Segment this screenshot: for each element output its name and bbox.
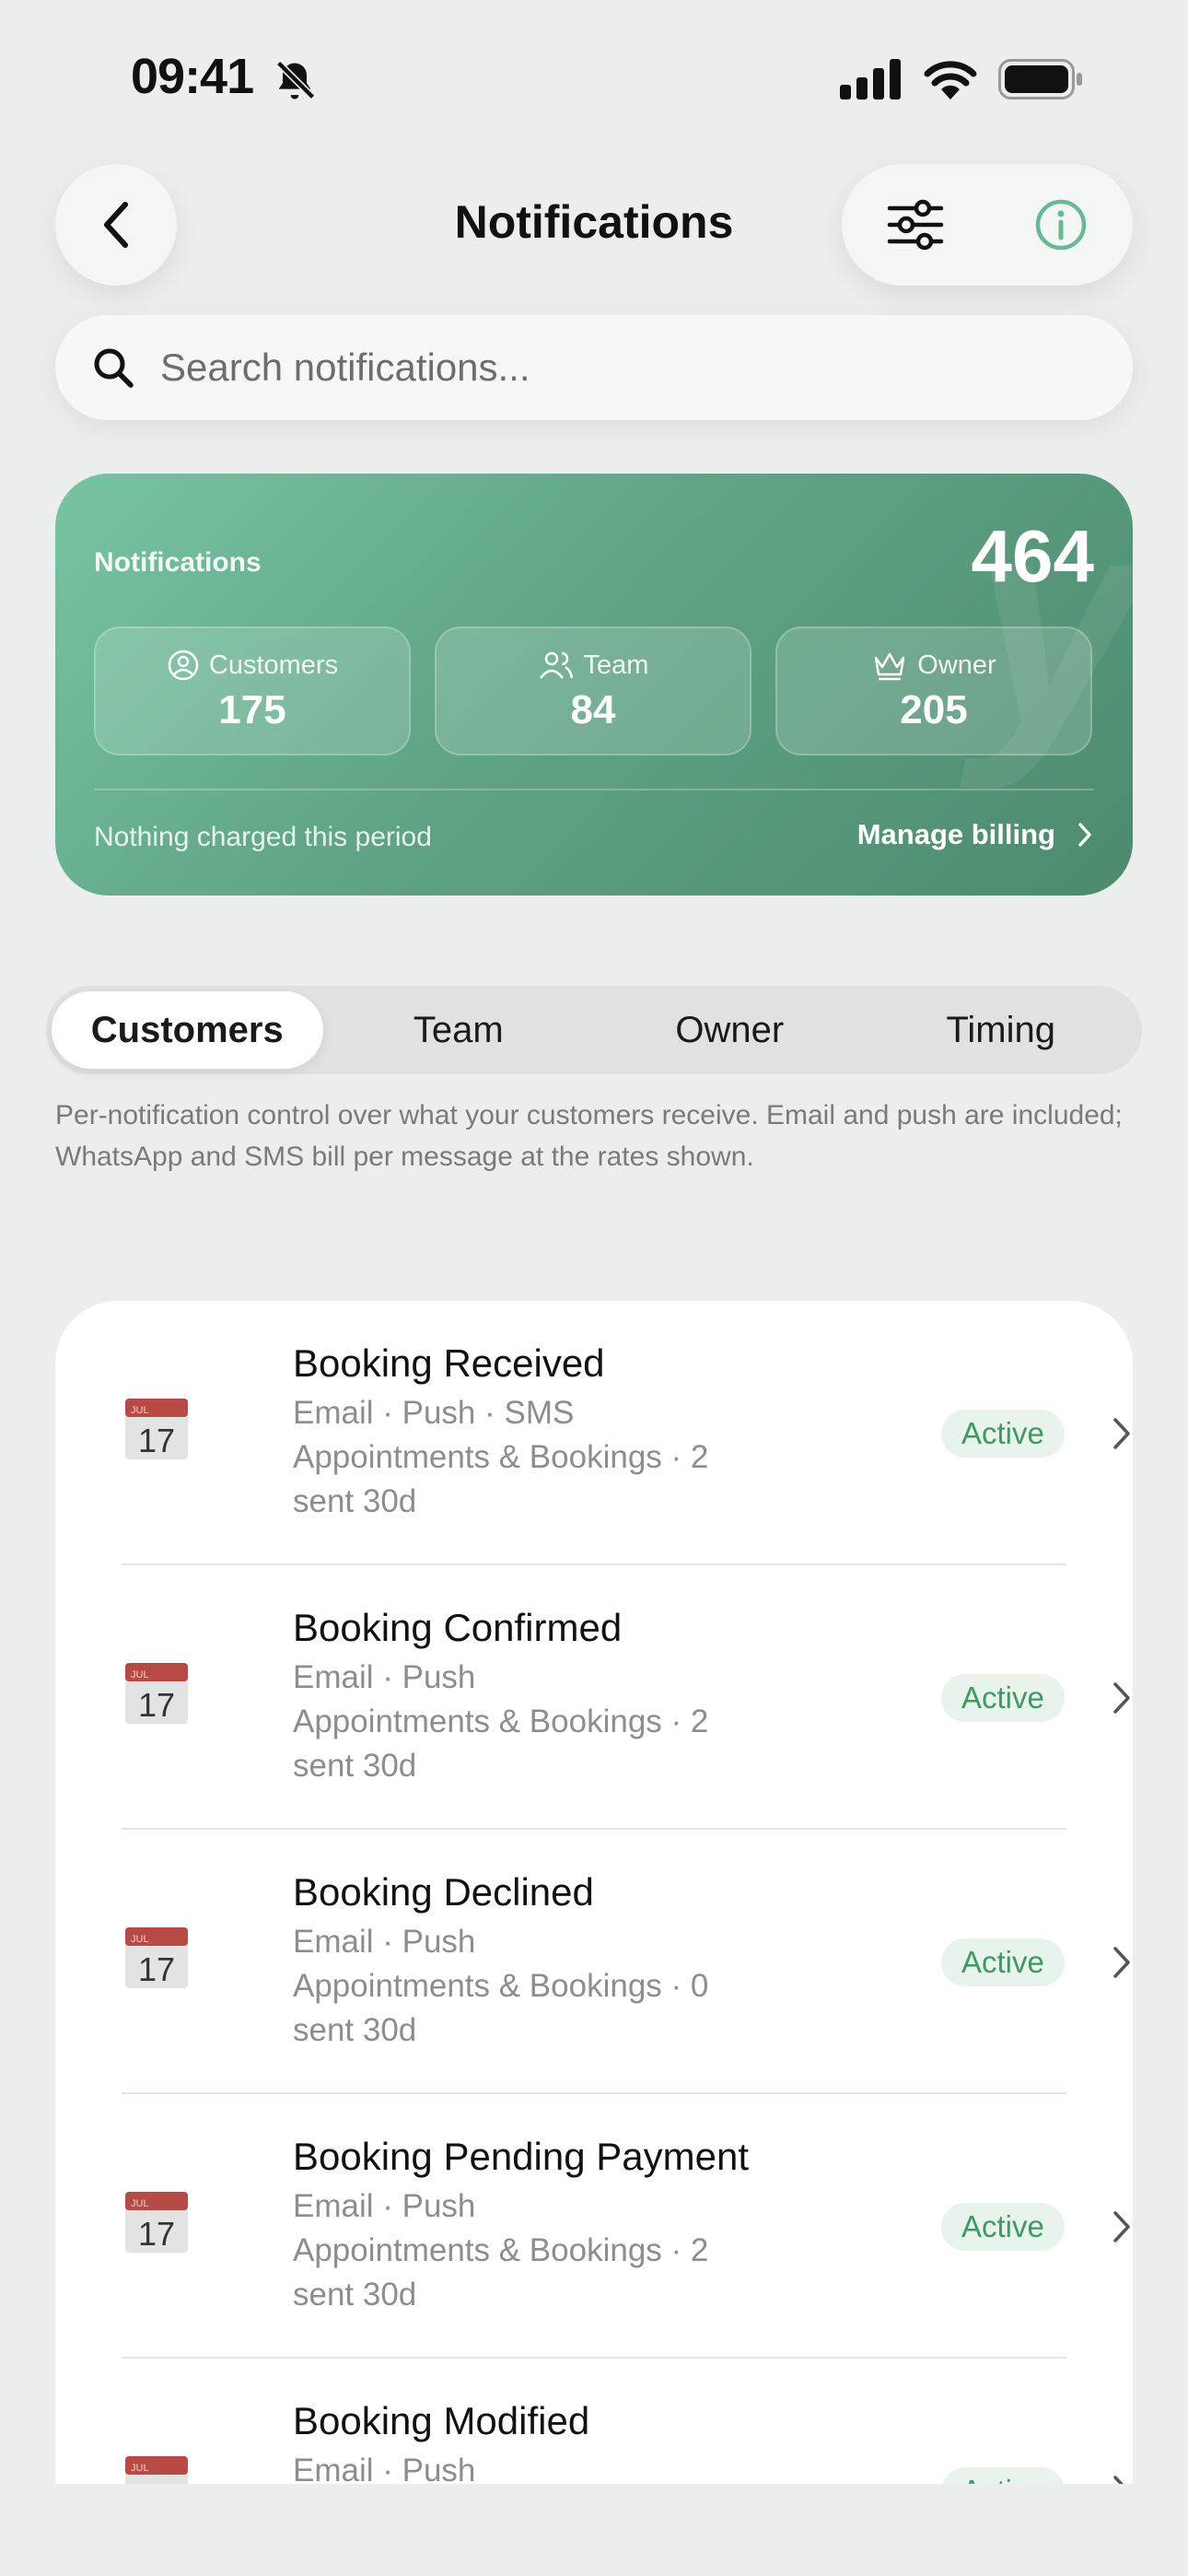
svg-text:JUL: JUL xyxy=(131,1405,149,1416)
notification-title: Booking Declined xyxy=(293,1870,594,1914)
search-icon xyxy=(94,348,134,388)
header-actions xyxy=(842,164,1133,286)
summary-stats: Customers 175 Team 84 Owner 205 xyxy=(94,626,1092,755)
chevron-right-icon xyxy=(1113,2211,1130,2242)
billing-status: Nothing charged this period xyxy=(94,822,432,852)
crown-icon xyxy=(875,652,905,681)
tab-team[interactable]: Team xyxy=(323,991,595,1069)
notification-meta: Appointments & Bookings · 0 sent 30d xyxy=(293,1968,709,2048)
stat-value: 205 xyxy=(900,687,968,732)
chevron-right-icon xyxy=(1113,1682,1130,1714)
notification-channels: Email · Push xyxy=(293,2188,476,2224)
notification-meta: Appointments & Bookings · 2 sent 30d xyxy=(293,1439,709,1519)
wifi-icon xyxy=(924,61,977,100)
notification-channels: Email · Push xyxy=(293,1924,476,1960)
notification-details: Email · Push Appointments & Bookings · 0… xyxy=(293,1920,772,2053)
stat-customers: Customers 175 xyxy=(94,626,411,755)
tab-owner[interactable]: Owner xyxy=(594,991,866,1069)
summary-divider xyxy=(94,789,1094,790)
filter-sliders-icon[interactable] xyxy=(886,199,945,251)
notifications-summary-card: y Notifications 464 Customers 175 Team 8… xyxy=(55,474,1133,896)
svg-text:JUL: JUL xyxy=(131,2463,149,2474)
list-item[interactable]: JUL 17 Booking Modified Email · Push Act… xyxy=(122,2359,1124,2484)
chevron-right-icon xyxy=(1113,1947,1130,1978)
status-badge: Active xyxy=(941,1410,1065,1458)
notification-details: Email · Push xyxy=(293,2449,772,2484)
list-item[interactable]: JUL 17 Booking Confirmed Email · Push Ap… xyxy=(122,1565,1130,1830)
battery-icon xyxy=(998,59,1082,100)
svg-text:JUL: JUL xyxy=(131,1669,149,1680)
search-input[interactable] xyxy=(158,345,1083,391)
status-badge: Active xyxy=(941,2203,1065,2251)
notification-list: JUL 17 Booking Received Email · Push · S… xyxy=(55,1301,1133,2484)
chevron-right-icon xyxy=(1078,823,1091,847)
status-time: 09:41 xyxy=(131,49,254,104)
summary-total: 464 xyxy=(971,515,1094,597)
notification-channels: Email · Push · SMS xyxy=(293,1395,575,1431)
manage-billing-link[interactable]: Manage billing xyxy=(857,818,1094,851)
status-badge: Active xyxy=(941,2467,1065,2484)
list-item[interactable]: JUL 17 Booking Pending Payment Email · P… xyxy=(122,2094,1130,2359)
audience-tabs: Customers Team Owner Timing xyxy=(46,986,1142,1074)
calendar-icon: JUL 17 xyxy=(125,1663,188,1724)
svg-text:17: 17 xyxy=(138,2479,175,2484)
cellular-signal-icon xyxy=(840,59,901,100)
svg-text:17: 17 xyxy=(138,1950,175,1988)
svg-text:17: 17 xyxy=(138,2215,175,2253)
notification-channels: Email · Push xyxy=(293,2453,476,2484)
person-circle-icon xyxy=(168,650,199,681)
info-icon[interactable] xyxy=(1033,197,1089,252)
chevron-right-icon xyxy=(1113,2476,1124,2484)
bell-slash-icon xyxy=(275,60,316,100)
calendar-icon: JUL 17 xyxy=(125,2456,188,2484)
svg-text:17: 17 xyxy=(138,1422,175,1459)
stat-owner: Owner 205 xyxy=(775,626,1092,755)
list-item[interactable]: JUL 17 Booking Received Email · Push · S… xyxy=(122,1301,1130,1565)
stat-label: Owner xyxy=(917,650,996,680)
notification-title: Booking Received xyxy=(293,1341,605,1385)
tab-description: Per-notification control over what your … xyxy=(55,1100,1123,1172)
search-bar[interactable] xyxy=(55,315,1133,420)
manage-billing-label: Manage billing xyxy=(856,818,1055,850)
summary-label: Notifications xyxy=(94,547,262,578)
tab-timing[interactable]: Timing xyxy=(866,991,1137,1069)
stat-team: Team 84 xyxy=(435,626,751,755)
svg-text:17: 17 xyxy=(138,1686,175,1724)
notification-meta: Appointments & Bookings · 2 sent 30d xyxy=(293,2232,709,2313)
notification-title: Booking Modified xyxy=(293,2399,590,2442)
stat-label: Team xyxy=(583,650,649,680)
notification-meta: Appointments & Bookings · 2 sent 30d xyxy=(293,1704,709,1784)
calendar-icon: JUL 17 xyxy=(125,1399,188,1459)
notification-title: Booking Confirmed xyxy=(293,1606,623,1649)
tab-customers[interactable]: Customers xyxy=(52,991,323,1069)
status-icons xyxy=(840,59,1083,100)
notification-channels: Email · Push xyxy=(293,1659,476,1695)
notification-title: Booking Pending Payment xyxy=(293,2135,749,2178)
notification-details: Email · Push Appointments & Bookings · 2… xyxy=(293,1656,772,1788)
svg-text:JUL: JUL xyxy=(131,2198,149,2209)
stat-label: Customers xyxy=(208,650,339,680)
status-badge: Active xyxy=(941,1938,1065,1986)
notification-details: Email · Push · SMS Appointments & Bookin… xyxy=(293,1391,772,1524)
stat-value: 84 xyxy=(570,687,616,732)
notification-details: Email · Push Appointments & Bookings · 2… xyxy=(293,2184,772,2317)
people-icon xyxy=(539,651,573,679)
calendar-icon: JUL 17 xyxy=(125,1927,188,1988)
list-item[interactable]: JUL 17 Booking Declined Email · Push App… xyxy=(122,1830,1130,2094)
svg-text:JUL: JUL xyxy=(131,1934,149,1945)
calendar-icon: JUL 17 xyxy=(125,2192,188,2253)
status-badge: Active xyxy=(941,1674,1065,1722)
stat-value: 175 xyxy=(218,687,286,732)
chevron-right-icon xyxy=(1113,1418,1130,1449)
